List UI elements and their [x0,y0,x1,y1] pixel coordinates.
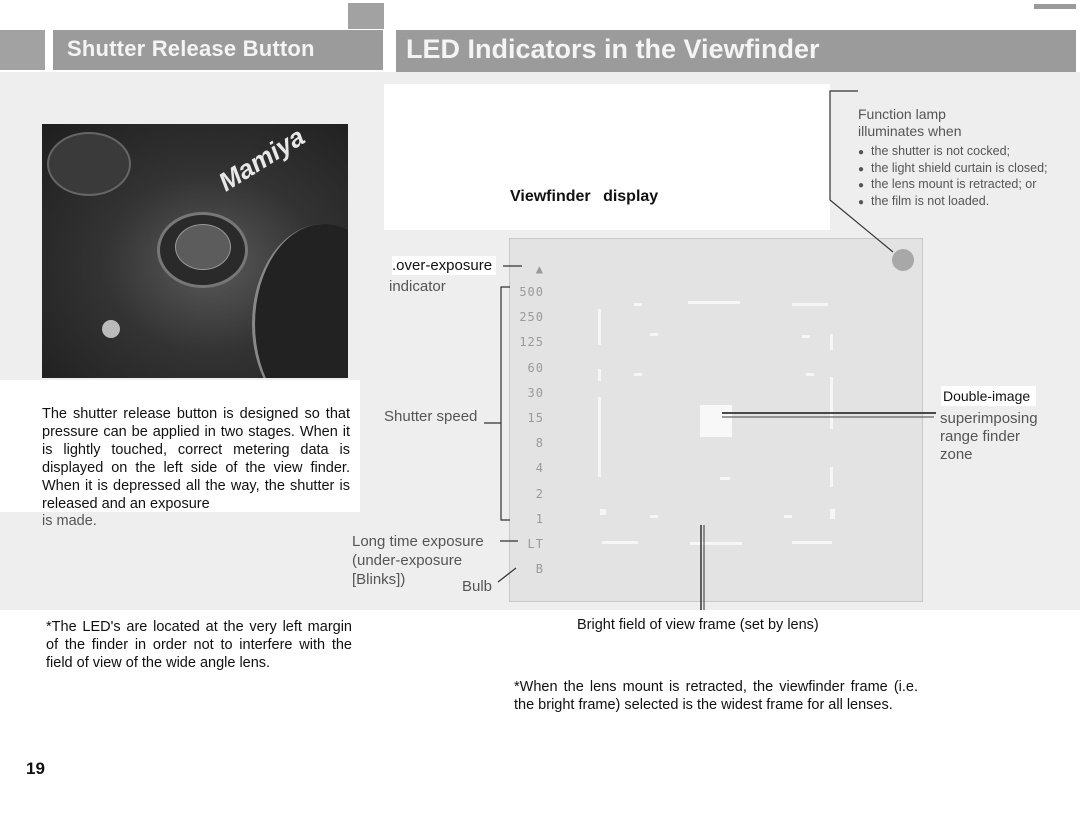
function-lamp-subtitle: illuminates when [858,123,962,139]
label-zone: zone [940,446,973,463]
label-double-image: Double-image [941,386,1037,406]
function-lamp-conditions: the shutter is not cocked; the light shi… [858,144,1048,211]
condition-item: the light shield curtain is closed; [858,161,1047,178]
label-shutter-speed: Shutter speed [384,408,478,425]
label-rangefinder: superimposing range finder zone [940,410,1038,464]
function-lamp-caption: Function lamp illuminates when [858,106,962,140]
label-long-time: Long time exposure [352,533,484,550]
function-lamp-title: Function lamp [858,106,946,122]
label-long-time-blinks: [Blinks]) [352,571,406,588]
label-over-exposure: .over-exposure [392,256,497,275]
page-number: 19 [26,759,45,778]
label-bulb: Bulb [462,578,493,595]
lens-mount-footnote: *When the lens mount is retracted, the v… [514,679,918,713]
bracket-shutter-speed [500,286,510,521]
label-superimposing: superimposing [940,410,1038,427]
leader-bulb [497,567,517,583]
condition-item: the lens mount is retracted; or [858,177,1048,194]
label-over-exposure-indicator: indicator [389,278,446,295]
label-range-finder: range finder [940,428,1021,445]
condition-item: the shutter is not cocked; [858,144,1048,161]
condition-item: the film is not loaded. [858,194,1048,211]
label-long-time-under: (under-exposure [352,552,463,569]
label-bright-frame: Bright field of view frame (set by lens) [577,617,819,633]
